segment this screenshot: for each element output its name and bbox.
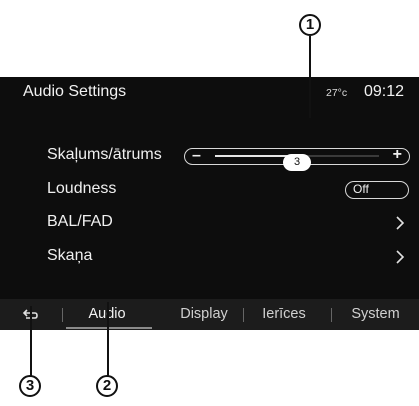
active-tab-indicator bbox=[66, 327, 152, 329]
tab-bar: Audio Display Ierīces System bbox=[0, 299, 419, 330]
outside-temperature: 27°c bbox=[326, 87, 348, 99]
loudness-toggle-state: Off bbox=[353, 182, 369, 196]
chevron-right-icon[interactable] bbox=[392, 215, 408, 231]
callout-1-line bbox=[309, 36, 311, 118]
slider-track[interactable]: 3 bbox=[215, 153, 379, 171]
sound-row[interactable]: Skaņa bbox=[0, 240, 419, 274]
audio-settings-screen: Audio Settings 27°c 09:12 Skaļums/ātrums… bbox=[0, 77, 419, 330]
tab-display[interactable]: Display bbox=[166, 299, 242, 330]
callout-3-line bbox=[30, 306, 32, 376]
callout-2-line bbox=[107, 302, 109, 376]
balfad-label: BAL/FAD bbox=[47, 213, 113, 230]
sound-label: Skaņa bbox=[47, 247, 93, 264]
callout-3: 3 bbox=[19, 375, 41, 397]
loudness-toggle[interactable]: Off bbox=[345, 181, 409, 199]
volume-speed-slider[interactable]: – 3 + bbox=[184, 146, 410, 171]
decrease-button[interactable]: – bbox=[192, 147, 201, 165]
clock: 09:12 bbox=[364, 83, 405, 100]
slider-thumb[interactable]: 3 bbox=[283, 153, 311, 171]
tab-devices[interactable]: Ierīces bbox=[244, 299, 324, 330]
callout-2: 2 bbox=[96, 375, 118, 397]
tab-system[interactable]: System bbox=[332, 299, 419, 330]
balfad-row[interactable]: BAL/FAD bbox=[0, 206, 419, 240]
header-bar: Audio Settings 27°c 09:12 bbox=[0, 77, 419, 117]
loudness-label: Loudness bbox=[47, 180, 117, 197]
loudness-row[interactable]: Loudness Off bbox=[0, 173, 419, 207]
callout-1: 1 bbox=[299, 14, 321, 36]
volume-speed-row: Skaļums/ātrums – 3 + bbox=[0, 139, 419, 173]
increase-button[interactable]: + bbox=[393, 146, 402, 164]
volume-speed-label: Skaļums/ātrums bbox=[47, 146, 162, 163]
chevron-right-icon[interactable] bbox=[392, 249, 408, 265]
page-title: Audio Settings bbox=[23, 83, 127, 100]
